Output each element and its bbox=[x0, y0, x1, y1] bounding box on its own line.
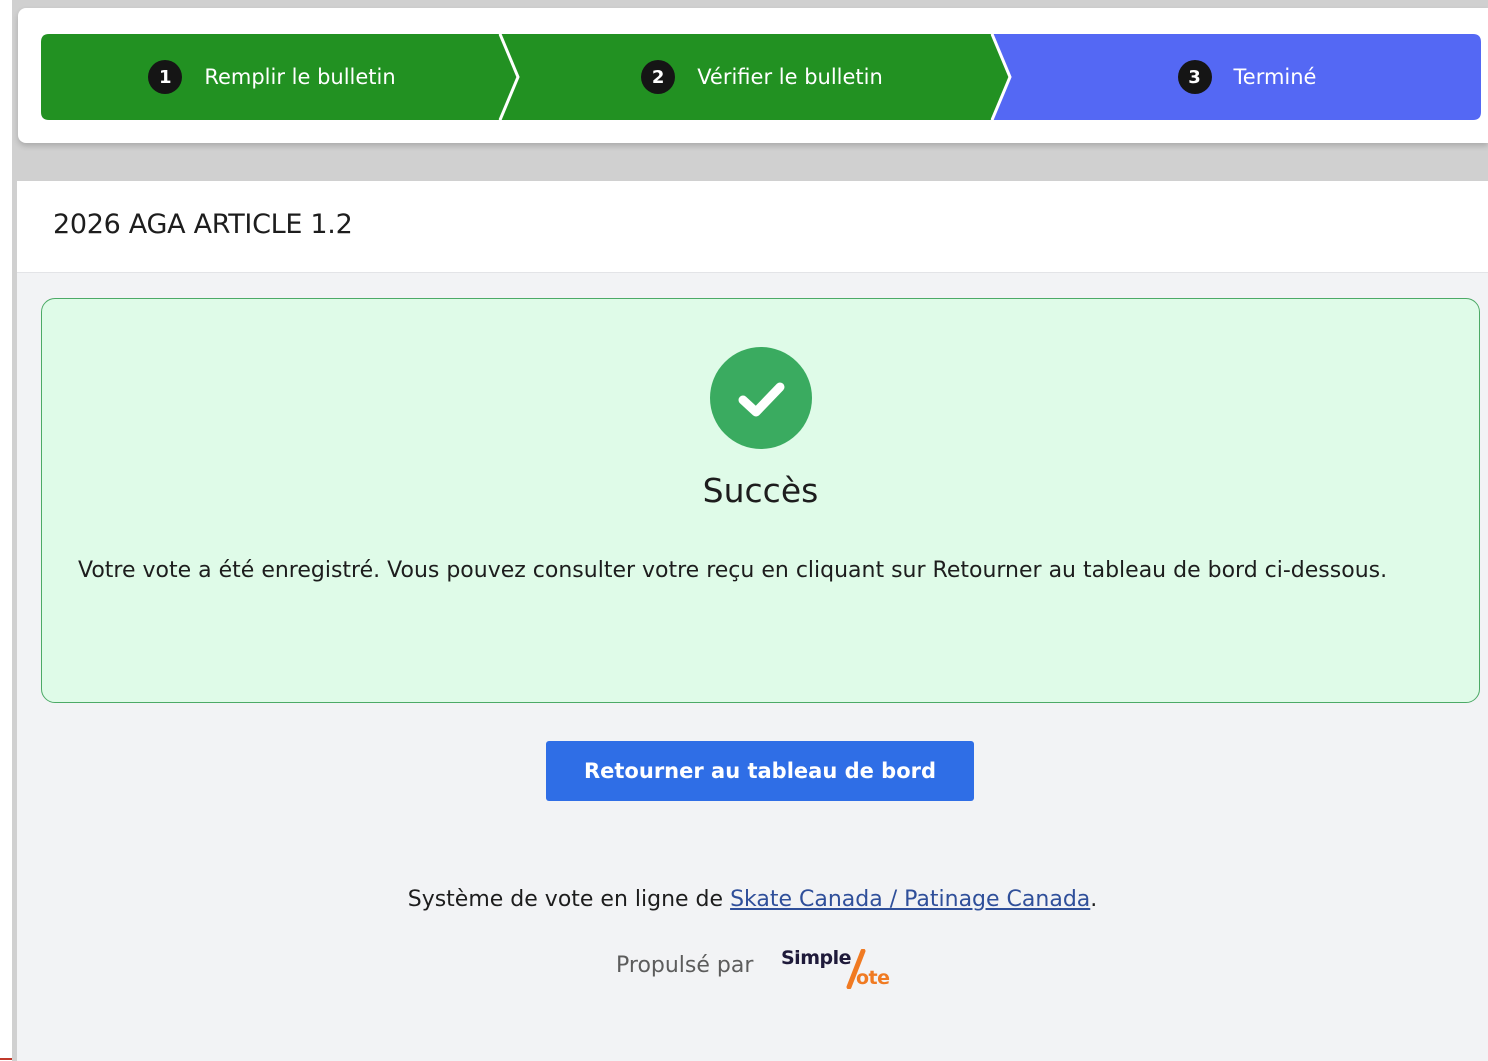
skate-canada-link[interactable]: Skate Canada / Patinage Canada bbox=[730, 887, 1090, 912]
step-fill-ballot: 1 Remplir le bulletin bbox=[41, 34, 503, 120]
corner-mark bbox=[0, 1058, 12, 1060]
footer-system-line: Système de vote en ligne de Skate Canada… bbox=[17, 887, 1488, 912]
step-label-done: Terminé bbox=[1233, 65, 1317, 89]
checkmark-icon bbox=[738, 382, 785, 417]
powered-by-label: Propulsé par bbox=[616, 953, 754, 978]
progress-stepper-card: 1 Remplir le bulletin 2 Vérifier le bull… bbox=[18, 8, 1488, 143]
app-root: 1 Remplir le bulletin 2 Vérifier le bull… bbox=[0, 0, 1488, 1061]
progress-stepper: 1 Remplir le bulletin 2 Vérifier le bull… bbox=[41, 34, 1481, 120]
step-done: 3 Terminé bbox=[1013, 34, 1481, 120]
window-edge bbox=[0, 0, 12, 1061]
success-alert: Succès Votre vote a été enregistré. Vous… bbox=[41, 298, 1480, 703]
step-number-2: 2 bbox=[641, 60, 676, 94]
footer-prefix: Système de vote en ligne de bbox=[407, 887, 731, 912]
ballot-card-header: 2026 AGA ARTICLE 1.2 bbox=[17, 181, 1488, 273]
success-title: Succès bbox=[702, 471, 819, 510]
step-verify-ballot: 2 Vérifier le bulletin bbox=[521, 34, 1003, 120]
step-number-1: 1 bbox=[148, 60, 183, 94]
ballot-card: 2026 AGA ARTICLE 1.2 Succès Votre vote a… bbox=[17, 181, 1488, 1061]
step-number-3: 3 bbox=[1177, 60, 1212, 94]
ballot-title: 2026 AGA ARTICLE 1.2 bbox=[53, 209, 353, 240]
step-label-verify-ballot: Vérifier le bulletin bbox=[697, 65, 883, 89]
logo-simple-text: Simple bbox=[781, 947, 852, 969]
step-label-fill-ballot: Remplir le bulletin bbox=[204, 65, 396, 89]
check-circle-icon bbox=[710, 347, 812, 449]
footer-suffix: . bbox=[1090, 887, 1098, 912]
logo-vote-text: ote bbox=[856, 967, 890, 989]
return-to-dashboard-button[interactable]: Retourner au tableau de bord bbox=[546, 741, 974, 801]
powered-by: Propulsé par Simple ote bbox=[616, 945, 916, 995]
simplevote-logo[interactable]: Simple ote bbox=[781, 947, 911, 993]
success-message: Votre vote a été enregistré. Vous pouvez… bbox=[78, 558, 1388, 583]
